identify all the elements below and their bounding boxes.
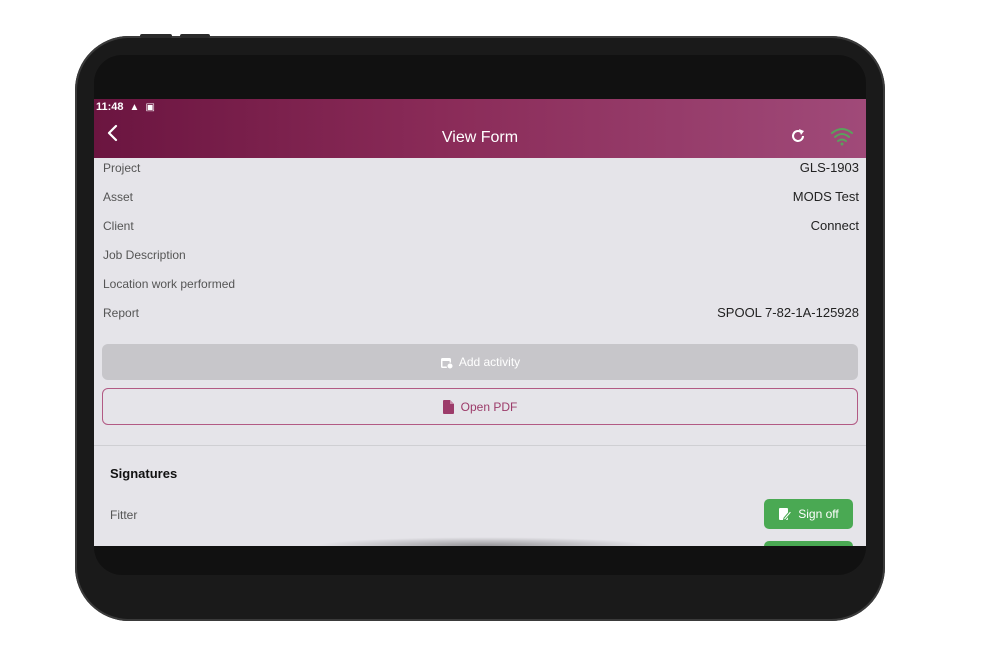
wifi-icon	[831, 128, 853, 146]
field-label: Asset	[103, 190, 134, 204]
add-activity-label: Add activity	[458, 355, 521, 369]
open-pdf-label: Open PDF	[460, 399, 518, 414]
page-title: View Form	[441, 129, 519, 146]
pdf-file-icon	[442, 399, 454, 414]
sim-icon: ▣	[145, 101, 155, 113]
sign-off-button[interactable]: Sign off	[764, 499, 853, 529]
field-value: Connect	[810, 218, 859, 233]
field-value: GLS-1903	[799, 160, 859, 175]
power-button	[180, 34, 210, 38]
field-label: Report	[103, 306, 140, 320]
field-label: Location work performed	[103, 277, 236, 291]
field-label: Project	[103, 161, 141, 175]
sign-edit-icon	[779, 508, 793, 521]
field-value: MODS Test	[792, 189, 859, 204]
field-value: SPOOL 7-82-1A-125928	[717, 305, 859, 320]
scroll-shadow	[314, 537, 654, 546]
field-label: Job Description	[103, 248, 186, 262]
section-divider	[94, 445, 866, 446]
warning-icon: ▲	[129, 101, 140, 113]
app-screen: 11:48 ▲ ▣ View Form Project GLS-1903 Ass…	[94, 99, 866, 546]
field-label: Client	[103, 219, 134, 233]
status-time: 11:48	[96, 101, 124, 113]
signatures-title: Signatures	[110, 466, 178, 481]
status-bar: 11:48 ▲ ▣	[96, 101, 155, 113]
volume-button	[140, 34, 172, 38]
add-activity-button[interactable]: Add activity	[102, 344, 858, 380]
refresh-icon[interactable]	[790, 128, 806, 144]
app-bar: 11:48 ▲ ▣ View Form	[94, 99, 866, 158]
calendar-add-icon	[440, 357, 453, 369]
signature-role-fitter: Fitter	[110, 508, 138, 522]
sign-off-button-partial[interactable]	[764, 541, 853, 546]
open-pdf-button[interactable]: Open PDF	[102, 388, 858, 425]
sign-off-label: Sign off	[798, 507, 839, 521]
